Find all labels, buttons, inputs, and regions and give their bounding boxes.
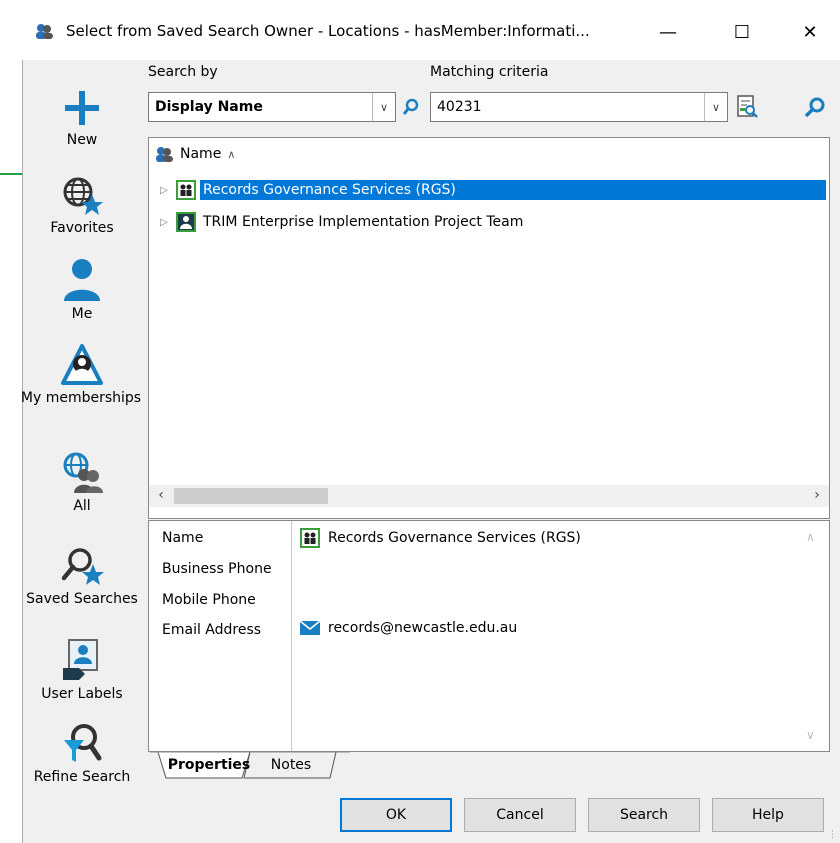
sidebar-item-new[interactable]: New — [22, 88, 142, 149]
user-label-icon — [63, 639, 98, 680]
search-star-icon — [61, 548, 104, 585]
tab-properties[interactable]: Properties — [164, 752, 254, 778]
maximize-button[interactable]: ☐ — [722, 14, 762, 50]
sidebar-item-label: Favorites — [50, 220, 114, 236]
minimize-button[interactable]: — — [648, 14, 688, 50]
search-go-button[interactable] — [802, 93, 828, 121]
envelope-icon — [300, 620, 320, 635]
filter-search-icon — [64, 724, 102, 762]
list-item-name: Records Governance Services (RGS) — [200, 180, 826, 200]
sidebar-item-label: Refine Search — [33, 769, 131, 785]
sidebar-item-refine-search[interactable]: Refine Search — [22, 722, 142, 786]
property-label-name: Name — [162, 530, 204, 546]
properties-divider — [291, 521, 292, 751]
property-email-text: records@newcastle.edu.au — [328, 620, 518, 636]
sidebar-item-label: Me — [71, 306, 93, 322]
org-unit-icon — [176, 180, 196, 200]
sidebar-item-favorites[interactable]: Favorites — [22, 174, 142, 237]
expand-arrow-icon[interactable]: ▷ — [160, 185, 176, 196]
property-value-name: Records Governance Services (RGS) — [300, 528, 581, 548]
property-label-business-phone: Business Phone — [162, 561, 272, 577]
search-button[interactable]: Search — [588, 798, 700, 832]
property-name-text: Records Governance Services (RGS) — [328, 530, 581, 546]
advanced-search-button[interactable] — [734, 93, 760, 121]
scroll-left-icon[interactable]: ‹ — [152, 487, 170, 505]
sidebar-item-label: Saved Searches — [26, 591, 138, 607]
magnifier-icon — [804, 97, 825, 118]
list-item-name: TRIM Enterprise Implementation Project T… — [203, 214, 524, 230]
project-team-icon — [176, 212, 196, 232]
org-unit-icon — [300, 528, 320, 548]
help-button[interactable]: Help — [712, 798, 824, 832]
property-value-email[interactable]: records@newcastle.edu.au — [300, 620, 517, 636]
membership-icon — [61, 344, 103, 385]
person-icon — [64, 259, 100, 301]
window-title: Select from Saved Search Owner - Locatio… — [66, 22, 590, 40]
scroll-up-icon[interactable]: ∧ — [806, 530, 815, 544]
search-by-label: Search by — [148, 64, 218, 80]
list-item[interactable]: ▷ TRIM Enterprise Implementation Project… — [160, 210, 526, 234]
matching-criteria-input[interactable]: 40231 ∨ — [430, 92, 728, 122]
scroll-right-icon[interactable]: › — [808, 487, 826, 505]
sidebar-item-label: New — [66, 132, 98, 148]
globe-star-icon — [63, 177, 103, 215]
scroll-down-icon[interactable]: ∨ — [806, 728, 815, 742]
globe-people-icon — [63, 452, 103, 493]
column-header-label: Name — [180, 146, 222, 162]
people-icon — [156, 147, 173, 162]
matching-criteria-value: 40231 — [437, 99, 482, 115]
cancel-button[interactable]: Cancel — [464, 798, 576, 832]
search-by-select[interactable]: Display Name ∨ — [148, 92, 396, 122]
sidebar-item-label: User Labels — [41, 686, 123, 702]
close-button[interactable]: ✕ — [790, 14, 830, 50]
document-search-icon — [737, 95, 758, 118]
sidebar-item-user-labels[interactable]: User Labels — [22, 638, 142, 703]
ok-button[interactable]: OK — [340, 798, 452, 832]
sidebar-item-label: All — [73, 498, 91, 514]
app-people-icon — [36, 24, 53, 39]
chevron-down-icon[interactable]: ∨ — [704, 93, 727, 121]
expand-arrow-icon[interactable]: ▷ — [160, 217, 176, 228]
tab-notes[interactable]: Notes — [256, 752, 326, 778]
list-item[interactable]: ▷ Records Governance Services (RGS) — [160, 178, 826, 202]
sidebar-item-my-memberships[interactable]: My memberships — [21, 344, 142, 407]
scrollbar-thumb[interactable] — [174, 488, 328, 504]
name-column-header[interactable]: Name ∧ — [154, 145, 235, 163]
plus-icon — [65, 91, 99, 125]
search-by-find-button[interactable] — [398, 93, 424, 121]
sidebar-item-label: My memberships — [20, 390, 142, 406]
sidebar-item-me[interactable]: Me — [22, 258, 142, 323]
sidebar-item-all[interactable]: All — [22, 452, 142, 515]
magnifier-icon — [402, 98, 419, 115]
matching-criteria-label: Matching criteria — [430, 64, 549, 80]
property-label-mobile-phone: Mobile Phone — [162, 592, 256, 608]
property-label-email-address: Email Address — [162, 622, 262, 638]
sort-ascending-icon: ∧ — [227, 147, 236, 161]
sidebar-item-saved-searches[interactable]: Saved Searches — [22, 546, 142, 608]
resize-grip-icon[interactable]: ⋮ — [828, 830, 837, 840]
search-by-value: Display Name — [155, 99, 263, 115]
chevron-down-icon[interactable]: ∨ — [372, 93, 395, 121]
